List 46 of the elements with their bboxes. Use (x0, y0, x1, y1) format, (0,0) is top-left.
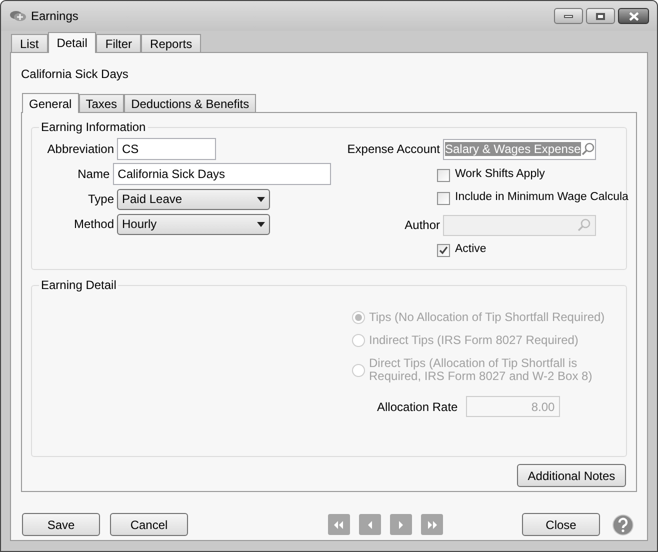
radio-label: Indirect Tips (IRS Form 8027 Required) (369, 334, 580, 347)
footer-button[interactable]: Cancel (110, 513, 188, 536)
input-field[interactable]: California Sick Days (112, 163, 331, 185)
field-label: Name (76, 166, 110, 183)
tab[interactable]: Detail (48, 32, 96, 53)
checkbox[interactable] (437, 244, 450, 256)
minimize-button[interactable] (554, 8, 583, 24)
field-label: Author (404, 217, 440, 234)
tab[interactable]: Taxes (78, 94, 124, 112)
radio-label: Tips (No Allocation of Tip Shortfall Required) (369, 311, 606, 324)
checkbox-label: Work Shifts Apply (455, 167, 545, 182)
tab[interactable]: Filter (96, 34, 142, 52)
field-label: Allocation Rate (377, 398, 458, 416)
field-label: Method (72, 216, 114, 233)
double-triangle-icon (426, 520, 438, 528)
group-title: Earning Information (39, 120, 148, 134)
dropdown[interactable]: Hourly (117, 214, 270, 234)
field-label: Type (86, 191, 114, 208)
tab[interactable]: Reports (141, 34, 202, 52)
checkbox-label: Active (455, 242, 486, 258)
maximize-button[interactable] (586, 8, 615, 24)
close-button[interactable] (618, 8, 649, 24)
search-icon[interactable] (580, 142, 595, 156)
checkbox[interactable] (437, 168, 450, 182)
dropdown[interactable]: Paid Leave (117, 188, 270, 210)
checkbox[interactable] (437, 192, 450, 204)
additional-notes-button[interactable]: Additional Notes (517, 464, 626, 487)
caret-icon (257, 196, 265, 202)
field-label: Expense Account (346, 141, 440, 158)
footer-button[interactable]: Save (22, 513, 100, 536)
coins-icon (9, 9, 27, 23)
input-field[interactable]: CS (117, 138, 216, 160)
record-title: California Sick Days (21, 66, 130, 83)
caret-icon (257, 222, 265, 226)
double-triangle-icon (333, 520, 345, 528)
checkbox-label: Include in Minimum Wage Calcula (455, 190, 628, 206)
field-label: Abbreviation (46, 141, 114, 158)
tab[interactable]: General (22, 93, 79, 113)
close-dialog-button[interactable]: Close (522, 513, 600, 536)
group-title: Earning Detail (39, 278, 118, 292)
radio-label: Direct Tips (Allocation of Tip Shortfall is Required, IRS Form 8027 and W-2 Box 8) (369, 357, 594, 383)
tab[interactable]: Deductions & Benefits (124, 94, 256, 112)
close-icon (628, 12, 640, 20)
help-icon[interactable] (612, 514, 634, 536)
window-title: Earnings (31, 8, 78, 25)
tab[interactable]: List (11, 34, 48, 52)
